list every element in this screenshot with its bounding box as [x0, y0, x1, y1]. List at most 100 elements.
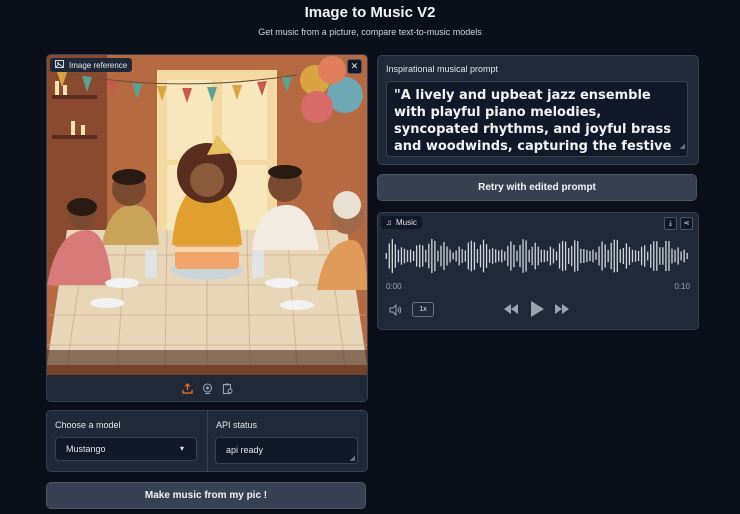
waveform-bar	[683, 249, 685, 263]
prompt-text: "A lively and upbeat jazz ensemble with …	[394, 88, 672, 154]
waveform-bar	[619, 249, 621, 263]
api-status-field[interactable]: api ready ◢	[215, 437, 358, 464]
resize-handle-icon[interactable]: ◢	[350, 454, 355, 462]
chevron-down-icon: ▾	[179, 444, 184, 453]
waveform-bar	[425, 249, 427, 263]
waveform-bar	[616, 240, 618, 272]
playback-rate-button[interactable]: 1x	[412, 302, 434, 317]
waveform-bar	[403, 248, 406, 264]
image-reference-panel[interactable]: Image reference ✕	[46, 54, 368, 402]
waveform-bar	[686, 252, 688, 260]
waveform-bar	[513, 244, 515, 268]
waveform-bar	[586, 249, 588, 263]
waveform-bar	[406, 250, 409, 262]
waveform-bar	[665, 240, 667, 272]
waveform-bar	[464, 250, 466, 262]
waveform-bar	[482, 239, 485, 273]
waveform-bar	[677, 247, 679, 265]
waveform-bar	[400, 247, 403, 265]
waveform-bar	[488, 249, 491, 263]
waveform-bar	[561, 240, 564, 272]
waveform-bar	[531, 246, 533, 266]
waveform-bar	[434, 240, 436, 272]
waveform-bar	[470, 240, 473, 272]
waveform-bar	[644, 245, 646, 267]
prompt-textarea[interactable]: "A lively and upbeat jazz ensemble with …	[386, 81, 688, 157]
waveform-bar	[613, 239, 615, 273]
audio-actions: ⤓ ⋖	[664, 217, 693, 230]
fast-forward-icon[interactable]	[554, 300, 570, 318]
waveform-bar	[671, 248, 673, 264]
waveform-bar	[625, 243, 628, 269]
page-subtitle: Get music from a picture, compare text-t…	[258, 27, 482, 37]
waveform-bar	[680, 251, 682, 261]
waveform-bar	[653, 241, 655, 271]
waveform-bar	[546, 250, 549, 262]
waveform-bar	[637, 250, 640, 262]
prompt-panel: Inspirational musical prompt "A lively a…	[377, 55, 699, 165]
waveform-bar	[394, 244, 397, 268]
close-icon[interactable]: ✕	[347, 59, 362, 74]
waveform-bar	[440, 245, 442, 267]
waveform-bar	[516, 250, 518, 262]
waveform-bar	[525, 240, 527, 272]
share-icon[interactable]: ⋖	[680, 217, 693, 230]
make-music-button[interactable]: Make music from my pic !	[46, 482, 366, 509]
api-status-value: api ready	[226, 445, 264, 455]
waveform-bar	[589, 250, 591, 262]
waveform-bar	[580, 248, 582, 264]
waveform-bar	[650, 244, 652, 268]
waveform-bar	[577, 241, 579, 271]
waveform-bar	[492, 248, 494, 264]
waveform-bar	[446, 246, 448, 266]
waveform-bar	[528, 249, 530, 263]
music-note-icon: ♫	[386, 218, 392, 227]
waveform-bar	[668, 241, 670, 271]
retry-button[interactable]: Retry with edited prompt	[377, 174, 697, 201]
waveform-bar	[631, 249, 634, 263]
waveform-bar	[610, 242, 612, 270]
download-icon[interactable]: ⤓	[664, 217, 677, 230]
model-dropdown-value: Mustango	[66, 444, 106, 454]
waveform-bar	[522, 239, 524, 273]
resize-handle-icon[interactable]: ◢	[680, 138, 685, 155]
waveform-bar	[519, 244, 521, 268]
waveform-bar	[647, 251, 649, 261]
waveform-bar	[476, 248, 479, 264]
waveform-bar	[543, 249, 545, 263]
waveform-bar	[437, 250, 439, 262]
waveform-bar	[540, 249, 542, 263]
image-icon	[55, 60, 64, 70]
api-status-group: API status api ready ◢	[208, 411, 367, 471]
waveform-bar	[634, 250, 637, 262]
waveform-bar	[397, 249, 400, 263]
waveform-bar	[473, 242, 476, 270]
waveform-bar	[461, 248, 463, 264]
prompt-label: Inspirational musical prompt	[386, 64, 499, 74]
rewind-icon[interactable]	[503, 300, 519, 318]
music-label-text: Music	[396, 218, 417, 227]
waveform-bar	[419, 244, 421, 268]
music-player-panel: ♫ Music ⤓ ⋖ 0:00 0:10 1x	[377, 212, 699, 330]
waveform-bar	[495, 249, 497, 263]
model-dropdown[interactable]: Mustango ▾	[55, 437, 197, 461]
waveform-bar	[467, 242, 469, 270]
model-dropdown-group: Choose a model Mustango ▾	[47, 411, 208, 471]
waveform-bar	[385, 252, 387, 260]
waveform-bar	[604, 244, 606, 268]
waveform-bar	[662, 247, 664, 265]
upload-icon[interactable]	[181, 382, 193, 394]
volume-icon[interactable]	[389, 303, 403, 317]
waveform-bar	[598, 246, 600, 266]
waveform-bar	[452, 252, 454, 260]
webcam-icon[interactable]	[201, 382, 213, 394]
waveform-bar	[412, 250, 415, 262]
waveform-bar	[583, 249, 585, 263]
waveform-bar	[388, 243, 390, 269]
waveform[interactable]	[385, 238, 689, 274]
waveform-bar	[659, 247, 661, 265]
play-icon[interactable]	[529, 300, 545, 318]
waveform-bar	[558, 243, 561, 269]
clipboard-icon[interactable]	[221, 382, 233, 394]
waveform-bar	[409, 249, 412, 263]
